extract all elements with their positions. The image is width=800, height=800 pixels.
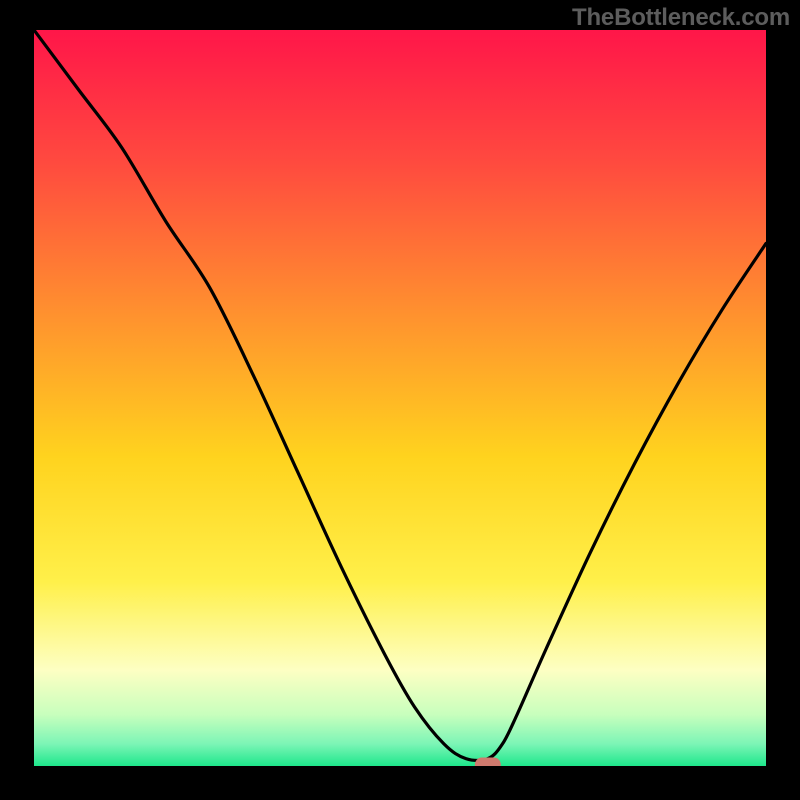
bottleneck-chart: TheBottleneck.com: [0, 0, 800, 800]
optimal-marker: [475, 758, 501, 772]
chart-svg: [0, 0, 800, 800]
plot-background: [34, 30, 766, 766]
watermark-text: TheBottleneck.com: [572, 4, 790, 32]
